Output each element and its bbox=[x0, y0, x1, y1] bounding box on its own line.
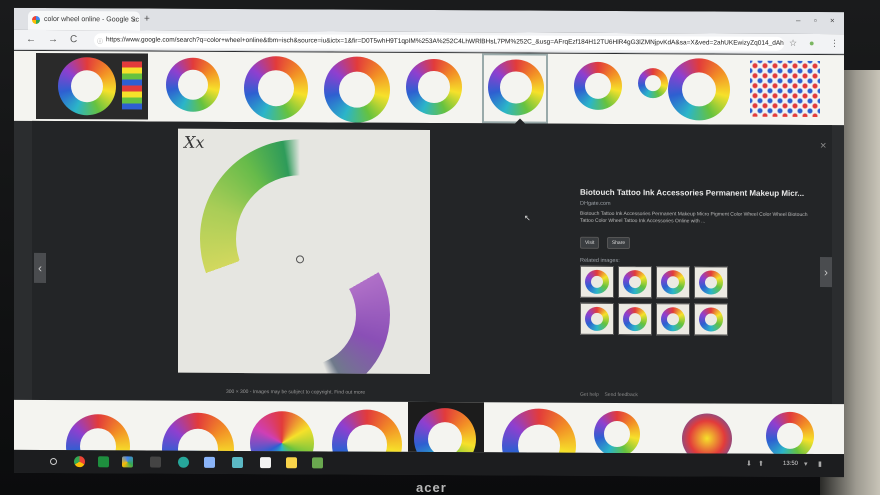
launcher-icon[interactable] bbox=[50, 458, 57, 466]
address-bar[interactable]: ⓘ https://www.google.com/search?q=color+… bbox=[94, 33, 784, 51]
app-icon[interactable] bbox=[286, 457, 297, 469]
browser-tab[interactable]: color wheel online - Google Sc × bbox=[28, 10, 140, 31]
bottom-results-strip bbox=[14, 399, 844, 455]
result-thumbnail[interactable] bbox=[408, 401, 484, 455]
new-tab-button[interactable]: + bbox=[144, 14, 150, 25]
minimize-button[interactable]: – bbox=[796, 16, 800, 25]
related-image[interactable] bbox=[618, 265, 652, 299]
app-icon[interactable] bbox=[178, 456, 189, 468]
related-image[interactable] bbox=[618, 302, 652, 336]
image-viewer-panel bbox=[32, 120, 832, 406]
visit-button[interactable]: Visit bbox=[580, 236, 600, 249]
result-thumbnail[interactable] bbox=[166, 57, 220, 112]
previous-image-button[interactable]: ‹ bbox=[34, 252, 46, 283]
send-feedback-link[interactable]: Send feedback bbox=[604, 392, 637, 398]
bookmark-star-icon[interactable]: ☆ bbox=[789, 38, 797, 49]
drive-icon[interactable] bbox=[122, 456, 133, 468]
tab-title: color wheel online - Google Sc bbox=[44, 15, 139, 24]
result-thumbnail[interactable] bbox=[36, 52, 148, 120]
preview-image[interactable]: Xx bbox=[178, 128, 430, 375]
result-thumbnail[interactable] bbox=[162, 412, 234, 455]
result-thumbnail[interactable] bbox=[332, 409, 402, 455]
result-thumbnail[interactable] bbox=[244, 56, 308, 121]
selected-result-thumbnail[interactable] bbox=[482, 53, 548, 124]
related-image[interactable] bbox=[580, 265, 614, 298]
files-icon[interactable] bbox=[98, 456, 109, 468]
wifi-icon[interactable]: ▾ bbox=[804, 460, 808, 468]
related-image[interactable] bbox=[656, 303, 690, 336]
forward-button[interactable]: → bbox=[48, 34, 58, 45]
related-image[interactable] bbox=[694, 303, 728, 336]
upload-icon[interactable]: ⬆ bbox=[758, 460, 764, 468]
top-results-strip bbox=[14, 50, 844, 126]
result-site[interactable]: DHgate.com bbox=[580, 201, 830, 208]
result-description: Biotouch Tattoo Ink Accessories Permanen… bbox=[580, 210, 808, 225]
result-thumbnail[interactable] bbox=[638, 68, 668, 99]
result-thumbnail[interactable] bbox=[750, 60, 820, 118]
shelf-clock[interactable]: 13:50 bbox=[783, 461, 798, 467]
window-close-button[interactable]: × bbox=[830, 16, 835, 25]
chrome-menu-icon[interactable]: ⋮ bbox=[830, 38, 839, 49]
viewer-close-button[interactable]: × bbox=[820, 140, 826, 152]
reload-button[interactable]: C bbox=[70, 34, 77, 45]
app-icon[interactable] bbox=[150, 456, 161, 468]
result-thumbnail[interactable] bbox=[668, 58, 730, 121]
back-button[interactable]: ← bbox=[26, 34, 36, 45]
app-icon[interactable] bbox=[260, 457, 271, 469]
download-icon[interactable]: ⬇ bbox=[746, 460, 752, 468]
related-image[interactable] bbox=[694, 266, 728, 299]
info-icon[interactable]: ⓘ bbox=[97, 36, 103, 45]
mouse-cursor-icon: ↖ bbox=[524, 213, 531, 223]
result-thumbnail[interactable] bbox=[324, 56, 390, 123]
related-image[interactable] bbox=[580, 302, 614, 335]
result-thumbnail[interactable] bbox=[502, 408, 576, 455]
screen: color wheel online - Google Sc × + – ▫ ×… bbox=[14, 7, 844, 478]
chrome-icon[interactable] bbox=[74, 456, 85, 468]
result-info: Biotouch Tattoo Ink Accessories Permanen… bbox=[580, 188, 830, 250]
related-image[interactable] bbox=[656, 266, 690, 299]
result-thumbnail[interactable] bbox=[66, 414, 130, 455]
extension-icon[interactable]: ● bbox=[809, 38, 814, 48]
monitor-brand-logo: acer bbox=[416, 480, 447, 495]
url-text: https://www.google.com/search?q=color+wh… bbox=[106, 36, 784, 47]
app-icon[interactable] bbox=[232, 456, 243, 469]
get-help-link[interactable]: Get help bbox=[580, 392, 599, 398]
viewer-footer: Get help Send feedback bbox=[580, 392, 638, 398]
color-wheel-hub bbox=[296, 255, 304, 264]
result-thumbnail[interactable] bbox=[250, 411, 314, 455]
result-thumbnail[interactable] bbox=[682, 413, 732, 455]
tab-close-icon[interactable]: × bbox=[131, 15, 136, 24]
app-icon[interactable] bbox=[204, 456, 215, 468]
result-thumbnail[interactable] bbox=[594, 410, 640, 455]
maximize-button[interactable]: ▫ bbox=[814, 16, 817, 25]
next-image-button[interactable]: › bbox=[820, 257, 832, 288]
result-thumbnail[interactable] bbox=[406, 58, 462, 116]
share-button[interactable]: Share bbox=[606, 236, 631, 250]
app-icon[interactable] bbox=[312, 457, 323, 469]
result-thumbnail[interactable] bbox=[574, 61, 622, 111]
result-thumbnail[interactable] bbox=[766, 411, 814, 455]
battery-icon[interactable]: ▮ bbox=[818, 460, 822, 468]
image-caption: 300 × 300 - Images may be subject to cop… bbox=[226, 388, 366, 396]
result-title[interactable]: Biotouch Tattoo Ink Accessories Permanen… bbox=[580, 188, 830, 198]
google-favicon-icon bbox=[32, 15, 40, 24]
image-logo: Xx bbox=[184, 132, 205, 152]
os-shelf: ⬇ ⬆ 13:50 ▾ ▮ bbox=[14, 449, 844, 478]
related-images-label: Related images: bbox=[580, 257, 620, 264]
